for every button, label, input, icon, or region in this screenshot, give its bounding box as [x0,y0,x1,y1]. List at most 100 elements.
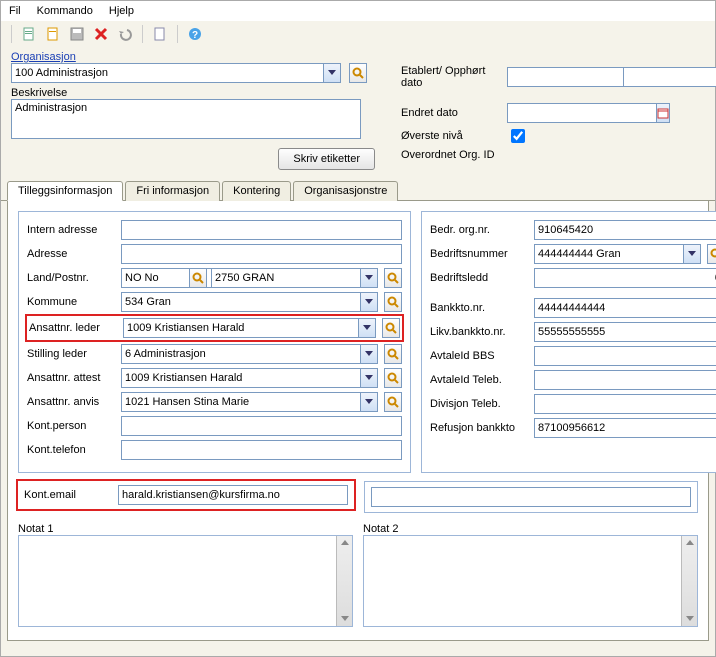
notat1-label: Notat 1 [18,523,353,535]
menu-kommando[interactable]: Kommando [37,5,93,17]
ansattnr-attest-input[interactable] [121,368,360,388]
kont-person-label: Kont.person [27,420,117,432]
kommune-dropdown-icon[interactable] [360,292,378,312]
avtaleid-bbs-label: AvtaleId BBS [430,350,530,362]
bedriftsnummer-input[interactable] [534,244,683,264]
scroll-down-icon[interactable] [682,612,697,626]
undo-icon[interactable] [116,25,134,43]
notat2-label: Notat 2 [363,523,698,535]
kont-telefon-input[interactable] [121,440,402,460]
notat1-scrollbar[interactable] [336,536,352,626]
bankkto-input[interactable] [534,298,716,318]
avtaleid-teleb-input[interactable] [534,370,716,390]
notat1-textarea[interactable] [19,536,336,626]
org-input[interactable] [11,63,323,83]
opphort-dato-input[interactable] [623,67,716,87]
notat2-textarea[interactable] [364,536,681,626]
ansattnr-anvis-lookup-icon[interactable] [384,392,402,412]
org-label-link[interactable]: Organisasjon [11,51,381,63]
menubar: Fil Kommando Hjelp [1,1,715,21]
kommune-lookup-icon[interactable] [384,292,402,312]
divisjon-teleb-label: Divisjon Teleb. [430,398,530,410]
likv-label: Likv.bankkto.nr. [430,326,530,338]
svg-text:?: ? [192,30,198,41]
scroll-up-icon[interactable] [337,536,352,550]
tab-organisasjonstre[interactable]: Organisasjonstre [293,181,398,201]
tab-tilleggsinformasjon[interactable]: Tilleggsinformasjon [7,181,123,201]
intern-adresse-label: Intern adresse [27,224,117,236]
stilling-leder-lookup-icon[interactable] [384,344,402,364]
land-lookup-icon[interactable] [189,268,207,288]
beskrivelse-textarea[interactable]: Administrasjon [11,99,361,139]
divisjon-teleb-input[interactable] [534,394,716,414]
kont-person-input[interactable] [121,416,402,436]
postnr-lookup-icon[interactable] [384,268,402,288]
refusjon-input[interactable] [534,418,716,438]
ansattnr-leder-input[interactable] [123,318,358,338]
intern-adresse-input[interactable] [121,220,402,240]
kont-email-label: Kont.email [24,489,114,501]
likv-input[interactable] [534,322,716,342]
bedriftsnummer-lookup-icon[interactable] [707,244,716,264]
scroll-up-icon[interactable] [682,536,697,550]
kommune-input[interactable] [121,292,360,312]
left-panel: Intern adresse Adresse Land/Postnr. Komm… [18,211,411,473]
save-icon[interactable] [68,25,86,43]
stilling-leder-label: Stilling leder [27,348,117,360]
overste-niva-checkbox[interactable] [511,129,525,143]
kommune-label: Kommune [27,296,117,308]
stilling-leder-input[interactable] [121,344,360,364]
ansattnr-leder-dropdown-icon[interactable] [358,318,376,338]
scroll-down-icon[interactable] [337,612,352,626]
overordnet-label: Overordnet Org. ID [401,149,501,161]
bedriftsnummer-dropdown-icon[interactable] [683,244,701,264]
endret-label: Endret dato [401,107,501,119]
overste-label: Øverste nivå [401,130,501,142]
open-doc-icon[interactable] [44,25,62,43]
bedr-orgnr-input[interactable] [534,220,716,240]
tab-kontering[interactable]: Kontering [222,181,291,201]
ansattnr-anvis-input[interactable] [121,392,360,412]
ansattnr-attest-dropdown-icon[interactable] [360,368,378,388]
top-form: Organisasjon Beskrivelse Administrasjon … [1,47,715,176]
kont-email-input[interactable] [118,485,348,505]
stilling-leder-dropdown-icon[interactable] [360,344,378,364]
refusjon-label: Refusjon bankkto [430,422,530,434]
postnr-input[interactable] [211,268,360,288]
separator [142,25,143,43]
avtaleid-bbs-input[interactable] [534,346,716,366]
notat2-scrollbar[interactable] [681,536,697,626]
delete-icon[interactable] [92,25,110,43]
separator [11,25,12,43]
menu-hjelp[interactable]: Hjelp [109,5,134,17]
ansattnr-attest-lookup-icon[interactable] [384,368,402,388]
adresse-input[interactable] [121,244,402,264]
new-doc-icon[interactable] [20,25,38,43]
bedriftsnummer-label: Bedriftsnummer [430,248,530,260]
calendar-icon[interactable] [656,103,670,123]
menu-fil[interactable]: Fil [9,5,21,17]
bedriftsledd-label: Bedriftsledd [430,272,530,284]
toolbar: ? [1,21,715,47]
adresse-label: Adresse [27,248,117,260]
ansattnr-anvis-label: Ansattnr. anvis [27,396,117,408]
ansattnr-anvis-dropdown-icon[interactable] [360,392,378,412]
org-lookup-icon[interactable] [349,63,367,83]
ansattnr-leder-label: Ansattnr. leder [29,322,119,334]
bedr-orgnr-label: Bedr. org.nr. [430,224,530,236]
tab-fri-informasjon[interactable]: Fri informasjon [125,181,220,201]
org-dropdown-icon[interactable] [323,63,341,83]
bedriftsledd-input[interactable] [534,268,716,288]
bankkto-label: Bankkto.nr. [430,302,530,314]
etablert-label: Etablert/ Opphørt dato [401,65,501,89]
land-postnr-label: Land/Postnr. [27,272,117,284]
avtaleid-teleb-label: AvtaleId Teleb. [430,374,530,386]
right-extra-input[interactable] [371,487,691,507]
postnr-dropdown-icon[interactable] [360,268,378,288]
endret-dato-input[interactable] [507,103,656,123]
blank-doc-icon[interactable] [151,25,169,43]
help-icon[interactable]: ? [186,25,204,43]
skriv-etiketter-button[interactable]: Skriv etiketter [278,148,375,170]
tab-body: Intern adresse Adresse Land/Postnr. Komm… [7,201,709,641]
ansattnr-leder-lookup-icon[interactable] [382,318,400,338]
